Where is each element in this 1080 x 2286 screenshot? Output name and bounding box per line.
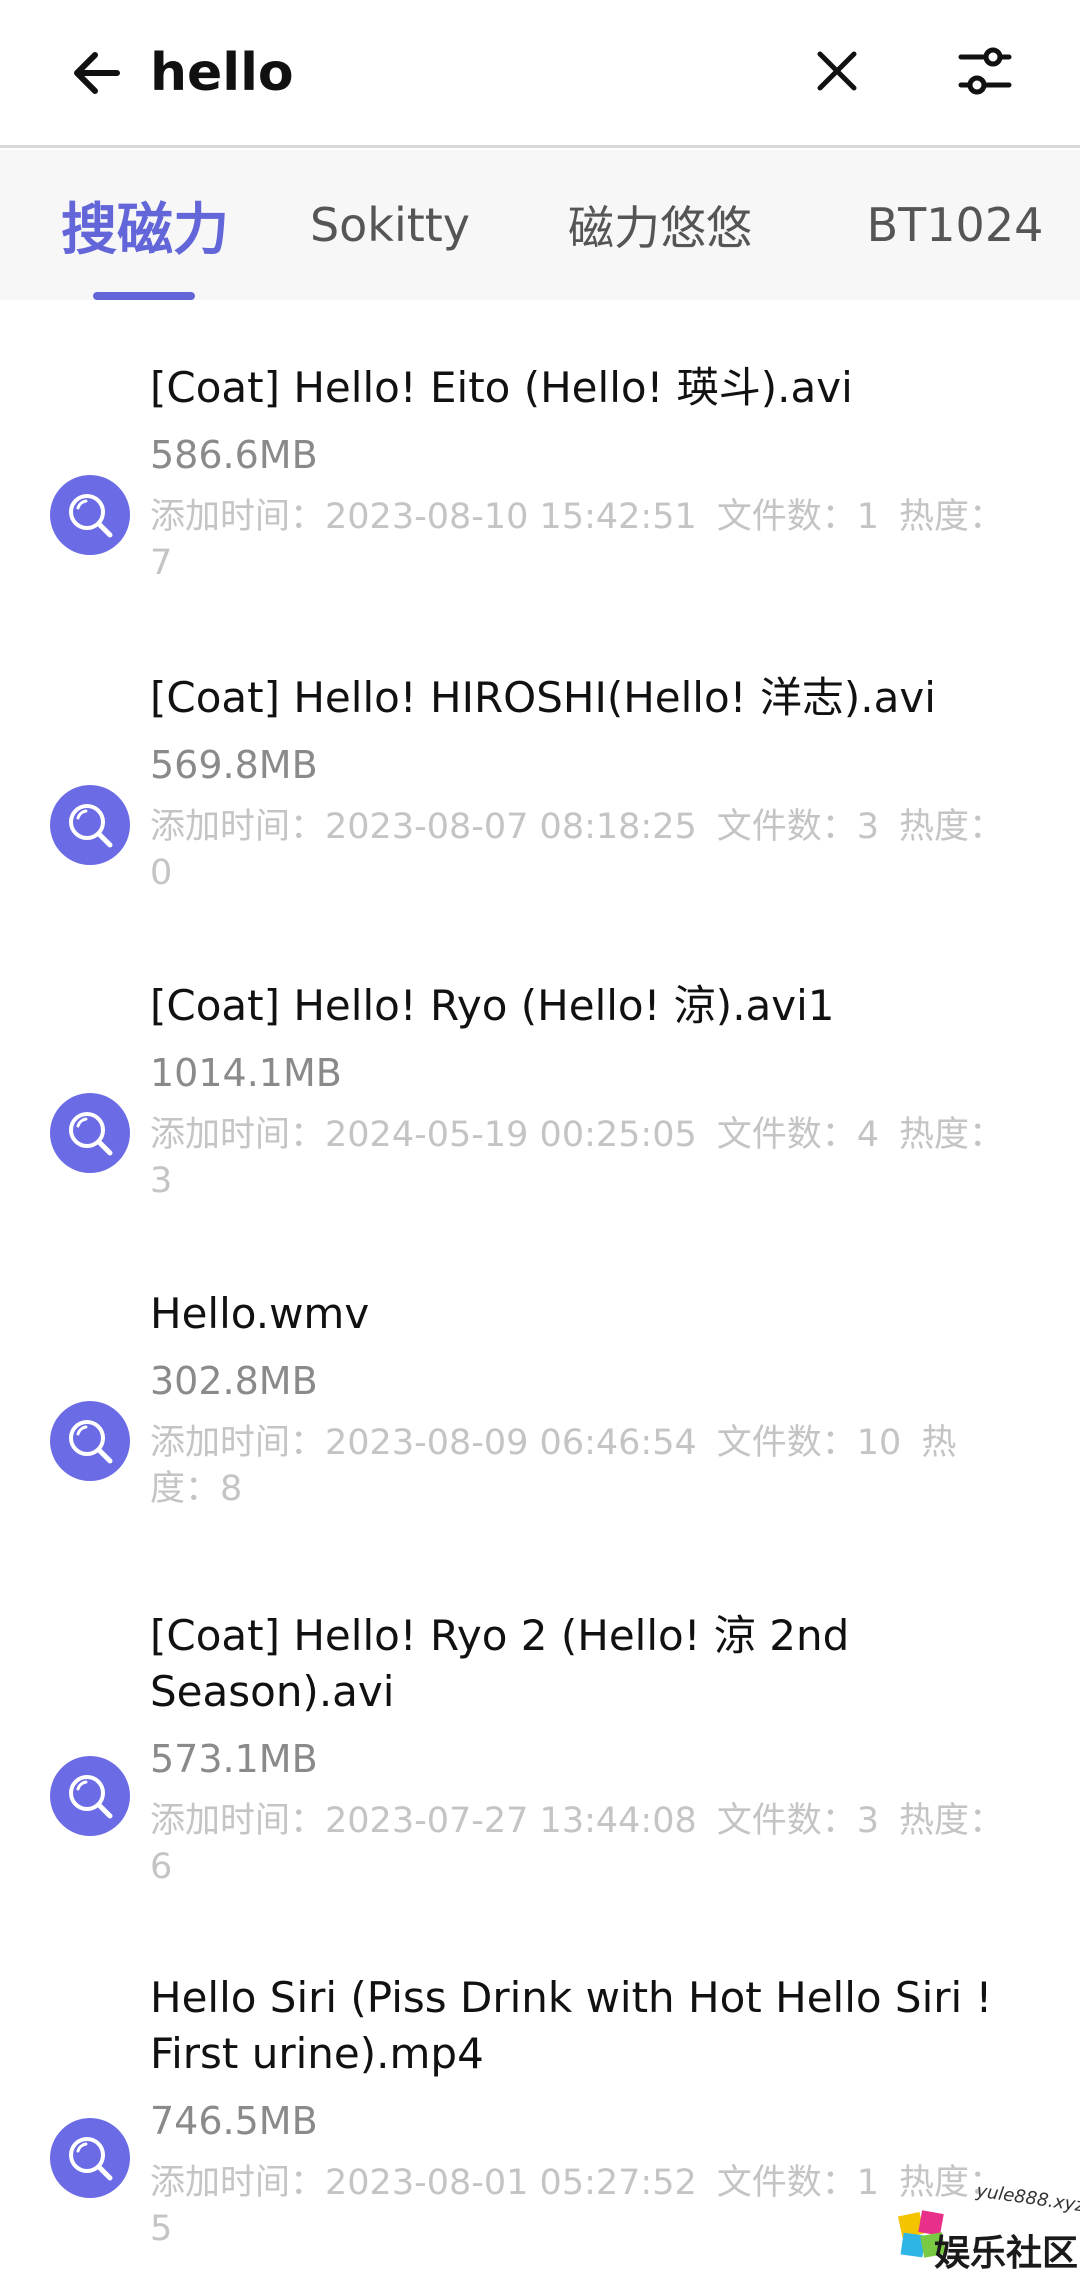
files-label: 文件数： [716,1423,857,1463]
results-list: [Coat] Hello! Eito (Hello! 瑛斗).avi 586.6… [0,300,1080,2286]
result-title: Hello.wmv [150,1289,370,1338]
added-label: 添加时间： [150,1801,326,1841]
heat-value: 0 [150,853,173,893]
result-meta: 添加时间：2023-07-27 13:44:08 文件数：3 热度： 6 [150,1798,1010,1890]
result-title: [Coat] Hello! HIROSHI(Hello! 洋志).avi [150,673,936,722]
search-bar [0,0,1080,148]
filter-button[interactable] [940,26,1030,116]
added-time: 2023-08-07 08:18:25 [325,807,697,847]
result-size: 746.5MB [150,2099,318,2143]
active-tab-indicator [93,292,195,300]
files-label: 文件数： [716,1115,857,1155]
watermark: yule888.xyz 娱乐社区 [890,2180,1080,2286]
file-count: 1 [856,2163,880,2203]
result-title: Hello Siri (Piss Drink with Hot Hello Si… [150,1973,993,2078]
heat-value: 8 [220,1469,243,1509]
tab-souci[interactable]: 搜磁力 [40,150,250,300]
back-button[interactable] [52,28,142,118]
close-icon [817,51,857,91]
heat-label: 热度： [899,497,1005,537]
files-label: 文件数： [716,497,857,537]
result-size: 302.8MB [150,1359,318,1403]
source-tabs: 搜磁力 Sokitty 磁力悠悠 BT1024 [0,150,1080,300]
magnet-search-icon [50,2118,130,2198]
tab-sokitty[interactable]: Sokitty [290,150,490,300]
magnet-search-icon [50,1401,130,1481]
file-count: 4 [856,1115,880,1155]
result-meta: 添加时间：2023-08-10 15:42:51 文件数：1 热度： 7 [150,494,1010,586]
clear-search-button[interactable] [792,26,882,116]
files-label: 文件数： [716,2163,857,2203]
heat-value: 3 [150,1161,173,1201]
arrow-left-icon [74,52,120,94]
added-label: 添加时间： [150,2163,326,2203]
file-count: 3 [856,1801,880,1841]
result-meta: 添加时间：2023-08-01 05:27:52 文件数：1 热度：5 [150,2160,1010,2252]
result-meta: 添加时间：2024-05-19 00:25:05 文件数：4 热度： 3 [150,1112,1010,1204]
sliders-icon [958,47,1012,95]
added-time: 2023-08-01 05:27:52 [325,2163,697,2203]
magnet-search-icon [50,785,130,865]
file-count: 3 [856,807,880,847]
file-count: 10 [856,1423,902,1463]
tab-ciliyouyou[interactable]: 磁力悠悠 [560,150,760,300]
added-label: 添加时间： [150,1115,326,1155]
added-time: 2023-07-27 13:44:08 [325,1801,697,1841]
heat-label: 热度： [899,1115,1005,1155]
heat-label: 热度： [899,807,1005,847]
heat-value: 6 [150,1847,173,1887]
added-time: 2023-08-10 15:42:51 [325,497,697,537]
result-meta: 添加时间：2023-08-07 08:18:25 文件数：3 热度： 0 [150,804,1010,896]
result-title: [Coat] Hello! Ryo (Hello! 涼).avi1 [150,981,835,1030]
result-meta: 添加时间：2023-08-09 06:46:54 文件数：10 热度：8 [150,1420,1010,1512]
result-title: [Coat] Hello! Eito (Hello! 瑛斗).avi [150,363,853,412]
added-label: 添加时间： [150,497,326,537]
added-label: 添加时间： [150,1423,326,1463]
file-count: 1 [856,497,880,537]
result-size: 573.1MB [150,1737,318,1781]
files-label: 文件数： [716,1801,857,1841]
added-time: 2024-05-19 00:25:05 [325,1115,697,1155]
magnet-search-icon [50,1093,130,1173]
watermark-text: 娱乐社区 [934,2233,1079,2274]
heat-value: 7 [150,543,173,583]
watermark-url: yule888.xyz [975,2180,1080,2217]
tab-bt1024[interactable]: BT1024 [850,150,1060,300]
files-label: 文件数： [716,807,857,847]
result-title: [Coat] Hello! Ryo 2 (Hello! 涼 2nd Season… [150,1611,850,1716]
search-input[interactable] [150,28,770,118]
result-size: 569.8MB [150,743,318,787]
result-size: 586.6MB [150,433,318,477]
magnet-search-icon [50,475,130,555]
heat-label: 热度： [899,1801,1005,1841]
magnet-search-icon [50,1756,130,1836]
result-size: 1014.1MB [150,1051,342,1095]
added-label: 添加时间： [150,807,326,847]
added-time: 2023-08-09 06:46:54 [325,1423,697,1463]
heat-value: 5 [150,2209,173,2249]
